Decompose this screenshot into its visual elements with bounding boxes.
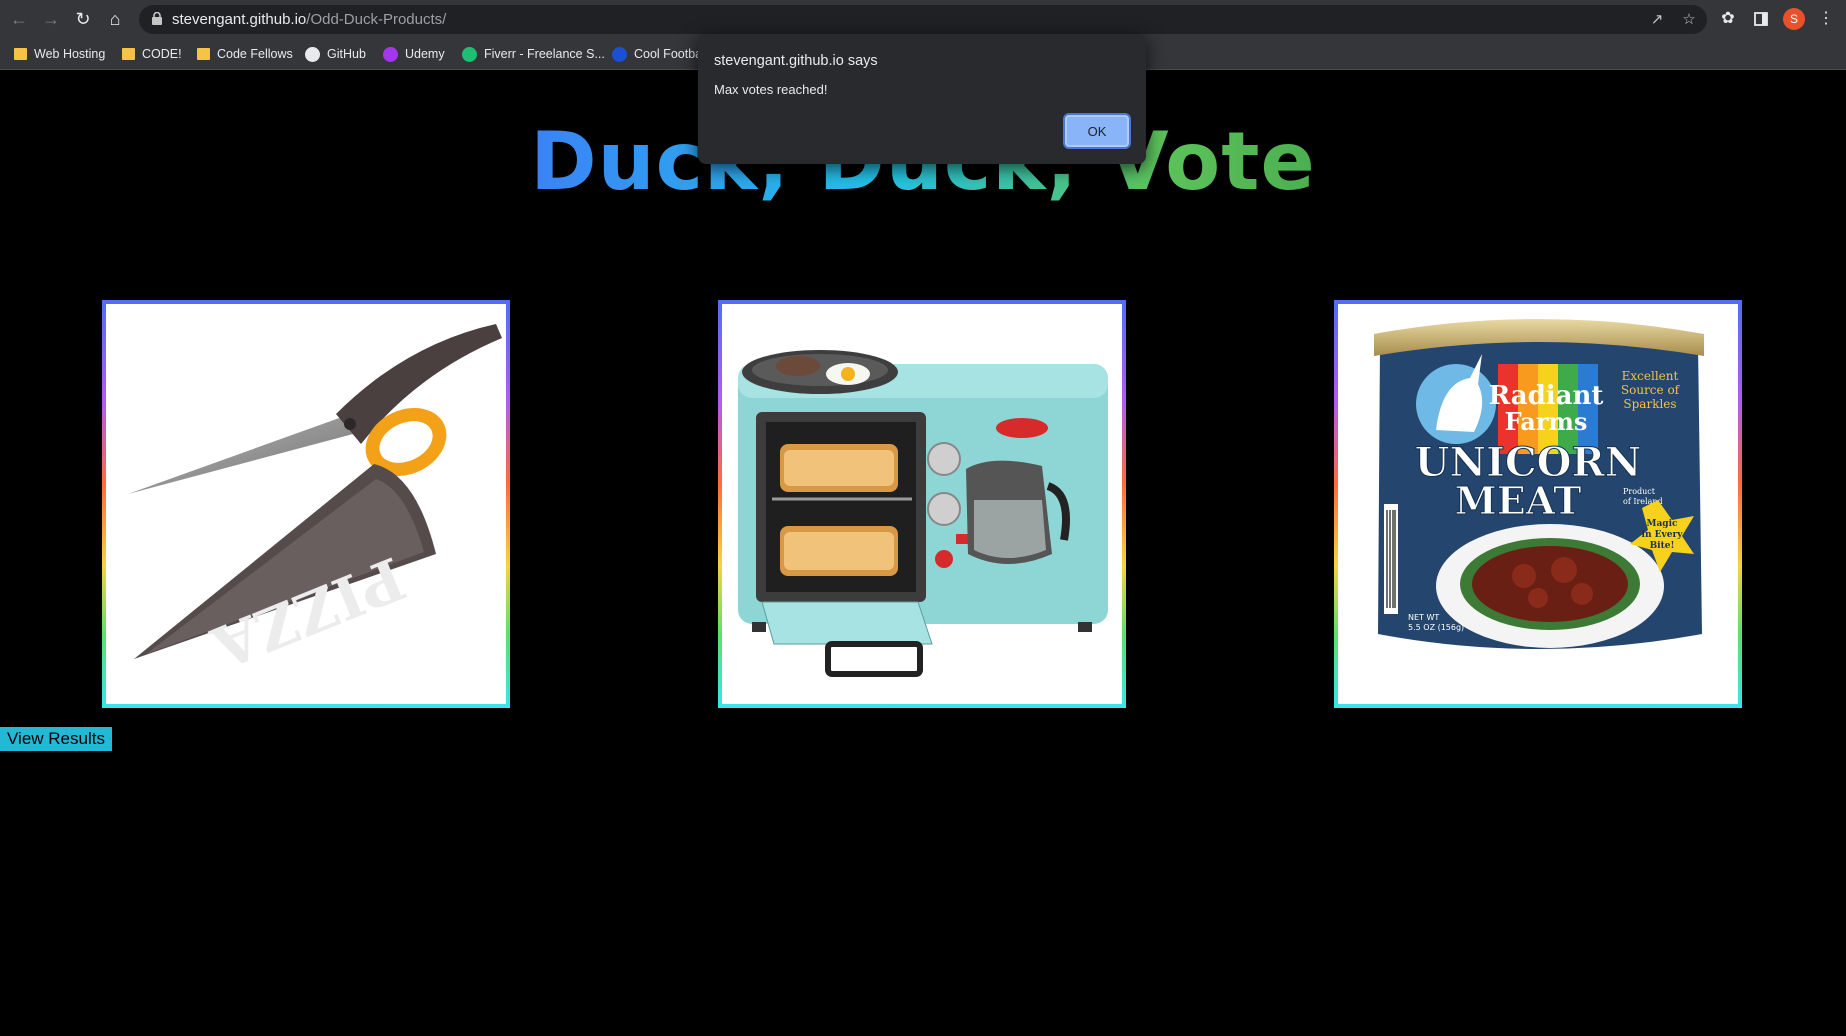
page-content: Duck, Duck, Vote PIZZA (0, 70, 1846, 1036)
bookmark-fiverr[interactable]: Fiverr - Freelance S... (462, 44, 605, 64)
product-image-unicorn-meat[interactable]: Radiant Farms Excellent Source of Sparkl… (1334, 300, 1742, 708)
folder-icon (14, 48, 27, 60)
product-image-breakfast-maker[interactable] (718, 300, 1126, 708)
pizza-scissors-illustration: PIZZA (128, 324, 502, 682)
url-host: stevengant.github.io (172, 11, 307, 28)
folder-icon (122, 48, 135, 60)
badge-every: in Every (1642, 530, 1684, 540)
bookmark-cool-football[interactable]: Cool Footba (612, 44, 702, 64)
bookmark-udemy[interactable]: Udemy (383, 44, 445, 64)
badge-magic: Magic (1647, 519, 1679, 529)
side-panel-icon[interactable] (1750, 8, 1772, 30)
browser-toolbar: ← → ↻ ⌂ stevengant.github.io/Odd-Duck-Pr… (0, 0, 1846, 38)
bookmark-web-hosting[interactable]: Web Hosting (14, 44, 105, 64)
extensions-icon[interactable]: ✿ (1717, 8, 1739, 30)
github-icon (305, 46, 320, 62)
origin-product: Product (1623, 487, 1656, 496)
tagline-source: Source of (1621, 383, 1681, 397)
ok-button[interactable]: OK (1065, 115, 1129, 147)
url-text: stevengant.github.io/Odd-Duck-Products/ (172, 11, 446, 28)
bookmark-label: Udemy (405, 47, 445, 61)
view-results-button[interactable]: View Results (0, 727, 112, 751)
url-path: /Odd-Duck-Products/ (306, 11, 447, 28)
udemy-icon (383, 46, 398, 62)
bookmark-github[interactable]: GitHub (305, 44, 366, 64)
bookmark-label: Cool Footba (634, 47, 703, 61)
folder-icon (197, 48, 210, 60)
share-icon[interactable]: ↗ (1647, 10, 1667, 30)
bookmark-label: Code Fellows (217, 47, 293, 61)
reload-icon[interactable]: ↻ (72, 8, 94, 30)
back-icon[interactable]: ← (8, 8, 30, 30)
product-picture (722, 304, 1122, 704)
bookmark-label: Fiverr - Freelance S... (484, 47, 605, 61)
address-bar[interactable]: stevengant.github.io/Odd-Duck-Products/ … (139, 5, 1707, 34)
brand-farms: Farms (1505, 407, 1588, 436)
product-picture: Radiant Farms Excellent Source of Sparkl… (1338, 304, 1738, 704)
fiverr-icon (462, 46, 477, 62)
home-icon[interactable]: ⌂ (104, 8, 126, 30)
profile-avatar[interactable]: S (1783, 8, 1805, 30)
tagline-excellent: Excellent (1622, 369, 1679, 383)
bookmark-label: GitHub (327, 47, 366, 61)
bookmark-label: CODE! (142, 47, 182, 61)
bookmark-code-fellows[interactable]: Code Fellows (197, 44, 293, 64)
product-image-pizza-scissors[interactable]: PIZZA (102, 300, 510, 708)
bookmark-label: Web Hosting (34, 47, 106, 61)
product-picture: PIZZA (106, 304, 506, 704)
dialog-title: stevengant.github.io says (714, 53, 878, 69)
globe-icon (612, 46, 627, 62)
bookmark-code[interactable]: CODE! (122, 44, 182, 64)
badge-bite: Bite! (1650, 541, 1675, 551)
star-icon[interactable]: ☆ (1679, 10, 1699, 30)
net-weight-oz: 5.5 OZ (156g) (1408, 623, 1464, 632)
lock-icon (152, 12, 162, 25)
breakfast-maker-illustration (738, 350, 1108, 677)
tagline-sparkles: Sparkles (1623, 397, 1676, 411)
unicorn-meat-can-illustration: Radiant Farms Excellent Source of Sparkl… (1374, 319, 1704, 649)
menu-kebab-icon[interactable]: ⋮ (1815, 8, 1837, 30)
title-meat: MEAT (1455, 478, 1582, 523)
alert-dialog: stevengant.github.io says Max votes reac… (698, 34, 1146, 164)
forward-icon[interactable]: → (40, 8, 62, 30)
dialog-message: Max votes reached! (714, 82, 828, 97)
net-weight: NET WT (1408, 613, 1439, 622)
